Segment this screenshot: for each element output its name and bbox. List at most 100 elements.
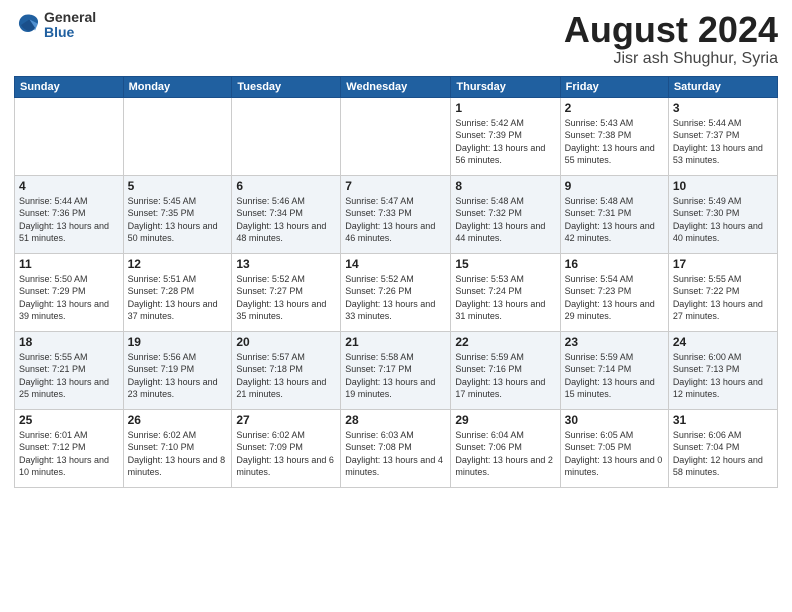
day-info: Sunrise: 5:44 AMSunset: 7:36 PMDaylight:…: [19, 195, 119, 245]
day-info: Sunrise: 5:47 AMSunset: 7:33 PMDaylight:…: [345, 195, 446, 245]
calendar-cell: [232, 97, 341, 175]
calendar-cell: 19 Sunrise: 5:56 AMSunset: 7:19 PMDayligh…: [123, 331, 232, 409]
day-number: 15: [455, 257, 555, 271]
day-number: 10: [673, 179, 773, 193]
calendar-week-row: 18 Sunrise: 5:55 AMSunset: 7:21 PMDayligh…: [15, 331, 778, 409]
logo-general: General: [44, 10, 96, 25]
day-info: Sunrise: 5:59 AMSunset: 7:14 PMDaylight:…: [565, 351, 664, 401]
calendar-cell: 18 Sunrise: 5:55 AMSunset: 7:21 PMDayligh…: [15, 331, 124, 409]
day-info: Sunrise: 5:45 AMSunset: 7:35 PMDaylight:…: [128, 195, 228, 245]
calendar-cell: 23 Sunrise: 5:59 AMSunset: 7:14 PMDayligh…: [560, 331, 668, 409]
calendar-cell: [341, 97, 451, 175]
calendar-week-row: 1 Sunrise: 5:42 AMSunset: 7:39 PMDaylight…: [15, 97, 778, 175]
calendar-cell: 25 Sunrise: 6:01 AMSunset: 7:12 PMDayligh…: [15, 409, 124, 487]
day-info: Sunrise: 6:04 AMSunset: 7:06 PMDaylight:…: [455, 429, 555, 479]
calendar-week-row: 4 Sunrise: 5:44 AMSunset: 7:36 PMDaylight…: [15, 175, 778, 253]
logo-text: General Blue: [44, 10, 96, 41]
day-info: Sunrise: 6:02 AMSunset: 7:10 PMDaylight:…: [128, 429, 228, 479]
weekday-header-tuesday: Tuesday: [232, 76, 341, 97]
calendar-cell: 6Sunrise: 5:46 AMSunset: 7:34 PMDaylight…: [232, 175, 341, 253]
day-number: 14: [345, 257, 446, 271]
day-number: 23: [565, 335, 664, 349]
day-number: 4: [19, 179, 119, 193]
weekday-header-saturday: Saturday: [668, 76, 777, 97]
day-info: Sunrise: 5:50 AMSunset: 7:29 PMDaylight:…: [19, 273, 119, 323]
calendar-cell: 1 Sunrise: 5:42 AMSunset: 7:39 PMDaylight…: [451, 97, 560, 175]
calendar-cell: 9 Sunrise: 5:48 AMSunset: 7:31 PMDaylight…: [560, 175, 668, 253]
day-info: Sunrise: 5:43 AMSunset: 7:38 PMDaylight:…: [565, 117, 664, 167]
day-number: 20: [236, 335, 336, 349]
header: General Blue August 2024 Jisr ash Shughu…: [14, 10, 778, 68]
calendar-cell: 13Sunrise: 5:52 AMSunset: 7:27 PMDayligh…: [232, 253, 341, 331]
calendar-cell: 2Sunrise: 5:43 AMSunset: 7:38 PMDaylight…: [560, 97, 668, 175]
day-number: 25: [19, 413, 119, 427]
day-info: Sunrise: 5:57 AMSunset: 7:18 PMDaylight:…: [236, 351, 336, 401]
day-info: Sunrise: 6:03 AMSunset: 7:08 PMDaylight:…: [345, 429, 446, 479]
day-info: Sunrise: 5:51 AMSunset: 7:28 PMDaylight:…: [128, 273, 228, 323]
day-number: 13: [236, 257, 336, 271]
day-number: 22: [455, 335, 555, 349]
location-title: Jisr ash Shughur, Syria: [564, 50, 778, 68]
day-number: 19: [128, 335, 228, 349]
calendar-cell: 30Sunrise: 6:05 AMSunset: 7:05 PMDayligh…: [560, 409, 668, 487]
day-number: 18: [19, 335, 119, 349]
calendar-cell: 10Sunrise: 5:49 AMSunset: 7:30 PMDayligh…: [668, 175, 777, 253]
calendar-cell: 3Sunrise: 5:44 AMSunset: 7:37 PMDaylight…: [668, 97, 777, 175]
day-number: 8: [455, 179, 555, 193]
day-number: 17: [673, 257, 773, 271]
day-number: 3: [673, 101, 773, 115]
day-info: Sunrise: 5:58 AMSunset: 7:17 PMDaylight:…: [345, 351, 446, 401]
logo-blue: Blue: [44, 25, 96, 40]
calendar-cell: 16 Sunrise: 5:54 AMSunset: 7:23 PMDayligh…: [560, 253, 668, 331]
day-info: Sunrise: 6:06 AMSunset: 7:04 PMDaylight:…: [673, 429, 773, 479]
day-number: 30: [565, 413, 664, 427]
calendar-cell: 28 Sunrise: 6:03 AMSunset: 7:08 PMDayligh…: [341, 409, 451, 487]
calendar-cell: 7 Sunrise: 5:47 AMSunset: 7:33 PMDaylight…: [341, 175, 451, 253]
calendar-cell: 31 Sunrise: 6:06 AMSunset: 7:04 PMDayligh…: [668, 409, 777, 487]
day-info: Sunrise: 5:55 AMSunset: 7:22 PMDaylight:…: [673, 273, 773, 323]
title-block: August 2024 Jisr ash Shughur, Syria: [564, 10, 778, 68]
calendar-cell: 17 Sunrise: 5:55 AMSunset: 7:22 PMDayligh…: [668, 253, 777, 331]
calendar-week-row: 25 Sunrise: 6:01 AMSunset: 7:12 PMDayligh…: [15, 409, 778, 487]
day-info: Sunrise: 5:42 AMSunset: 7:39 PMDaylight:…: [455, 117, 555, 167]
day-number: 1: [455, 101, 555, 115]
calendar-cell: 24Sunrise: 6:00 AMSunset: 7:13 PMDayligh…: [668, 331, 777, 409]
calendar-cell: 22Sunrise: 5:59 AMSunset: 7:16 PMDayligh…: [451, 331, 560, 409]
day-info: Sunrise: 5:46 AMSunset: 7:34 PMDaylight:…: [236, 195, 336, 245]
day-number: 9: [565, 179, 664, 193]
day-number: 11: [19, 257, 119, 271]
calendar-cell: 11 Sunrise: 5:50 AMSunset: 7:29 PMDayligh…: [15, 253, 124, 331]
calendar-cell: 15Sunrise: 5:53 AMSunset: 7:24 PMDayligh…: [451, 253, 560, 331]
calendar-cell: 12Sunrise: 5:51 AMSunset: 7:28 PMDayligh…: [123, 253, 232, 331]
calendar-table: SundayMondayTuesdayWednesdayThursdayFrid…: [14, 76, 778, 488]
day-number: 7: [345, 179, 446, 193]
day-number: 16: [565, 257, 664, 271]
calendar-cell: 27Sunrise: 6:02 AMSunset: 7:09 PMDayligh…: [232, 409, 341, 487]
calendar-cell: 4 Sunrise: 5:44 AMSunset: 7:36 PMDaylight…: [15, 175, 124, 253]
day-info: Sunrise: 5:54 AMSunset: 7:23 PMDaylight:…: [565, 273, 664, 323]
day-info: Sunrise: 5:56 AMSunset: 7:19 PMDaylight:…: [128, 351, 228, 401]
calendar-cell: 14 Sunrise: 5:52 AMSunset: 7:26 PMDayligh…: [341, 253, 451, 331]
weekday-header-monday: Monday: [123, 76, 232, 97]
calendar-cell: 26 Sunrise: 6:02 AMSunset: 7:10 PMDayligh…: [123, 409, 232, 487]
day-info: Sunrise: 5:48 AMSunset: 7:31 PMDaylight:…: [565, 195, 664, 245]
day-info: Sunrise: 5:55 AMSunset: 7:21 PMDaylight:…: [19, 351, 119, 401]
day-info: Sunrise: 5:52 AMSunset: 7:26 PMDaylight:…: [345, 273, 446, 323]
day-number: 5: [128, 179, 228, 193]
day-number: 21: [345, 335, 446, 349]
day-number: 26: [128, 413, 228, 427]
weekday-header-sunday: Sunday: [15, 76, 124, 97]
logo-icon: [14, 11, 42, 39]
month-title: August 2024: [564, 10, 778, 50]
weekday-header-thursday: Thursday: [451, 76, 560, 97]
day-info: Sunrise: 6:01 AMSunset: 7:12 PMDaylight:…: [19, 429, 119, 479]
day-info: Sunrise: 5:48 AMSunset: 7:32 PMDaylight:…: [455, 195, 555, 245]
day-number: 31: [673, 413, 773, 427]
page: General Blue August 2024 Jisr ash Shughu…: [0, 0, 792, 612]
day-number: 29: [455, 413, 555, 427]
calendar-cell: [15, 97, 124, 175]
calendar-week-row: 11 Sunrise: 5:50 AMSunset: 7:29 PMDayligh…: [15, 253, 778, 331]
calendar-cell: 21 Sunrise: 5:58 AMSunset: 7:17 PMDayligh…: [341, 331, 451, 409]
calendar-cell: 5 Sunrise: 5:45 AMSunset: 7:35 PMDaylight…: [123, 175, 232, 253]
day-number: 28: [345, 413, 446, 427]
